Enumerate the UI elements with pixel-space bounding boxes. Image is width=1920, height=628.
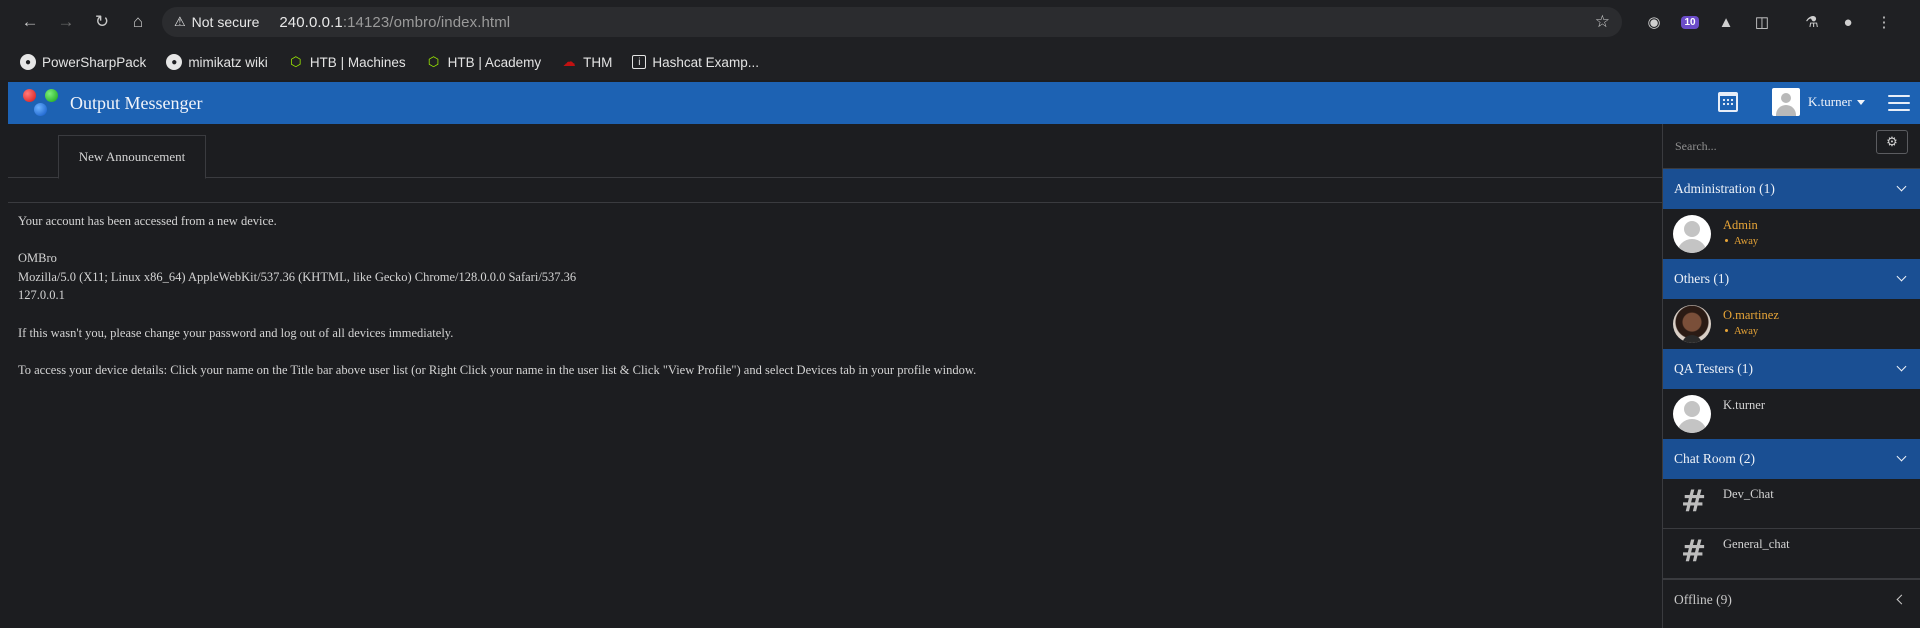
group-label: Chat Room (2)	[1674, 451, 1755, 466]
bookmark-label: THM	[583, 54, 613, 70]
room-name: Dev_Chat	[1723, 487, 1774, 501]
hamburger-menu-icon[interactable]	[1888, 95, 1910, 111]
group-label: Administration (1)	[1674, 181, 1775, 196]
message-line: If this wasn't you, please change your p…	[18, 325, 454, 340]
hashcat-icon: i	[632, 55, 647, 69]
group-header-offline[interactable]: Offline (9)	[1663, 579, 1920, 619]
bookmarks-bar: ● PowerSharpPack ● mimikatz wiki ⬡ HTB | Ma…	[0, 44, 1920, 80]
thm-cloud-icon: ☁	[562, 54, 576, 69]
security-label: Not secure	[191, 14, 260, 30]
back-arrow-icon[interactable]: ←	[16, 8, 44, 36]
bookmark-label: PowerSharpPack	[42, 54, 147, 70]
group-label: Others (1)	[1674, 271, 1730, 286]
app-title: Output Messenger	[70, 92, 203, 113]
puzzle-extensions-icon[interactable]: ◫	[1748, 8, 1776, 36]
avatar	[1673, 395, 1711, 433]
bookmark-powersharppack[interactable]: ● PowerSharpPack	[20, 54, 146, 70]
message-line: OMBro	[18, 251, 57, 266]
group-header-administration[interactable]: Administration (1)	[1663, 169, 1920, 209]
url-host: 240.0.0.1	[279, 13, 343, 31]
output-messenger-logo	[22, 86, 62, 120]
user-name: K.turner	[1808, 94, 1852, 109]
group-label: QA Testers (1)	[1674, 361, 1754, 376]
user-menu[interactable]: K.turner	[1772, 88, 1865, 116]
chevron-down-icon	[1896, 271, 1907, 282]
search-row: ⚙	[1663, 124, 1920, 169]
avatar	[1673, 215, 1711, 253]
url-path: :14123/ombro/index.html	[342, 13, 511, 31]
hash-icon: #	[1681, 534, 1707, 569]
address-bar[interactable]: ⚠ Not secure 240.0.0.1:14123/ombro/index…	[162, 7, 1622, 37]
caret-down-icon	[1856, 99, 1865, 105]
app-header: Output Messenger K.turner	[8, 82, 1920, 124]
user-list-sidebar: ⚙ Administration (1) Admin Away Others (…	[1662, 124, 1920, 628]
tab-bar: New Announcement	[8, 124, 1662, 179]
user-name: K.turner	[1723, 398, 1765, 412]
user-item-kturner[interactable]: K.turner	[1663, 389, 1920, 439]
calendar-icon[interactable]	[1718, 92, 1738, 112]
extension-badge-count: 10	[1681, 15, 1699, 29]
bookmark-htb-machines[interactable]: ⬡ HTB | Machines	[288, 54, 406, 70]
group-header-qa-testers[interactable]: QA Testers (1)	[1663, 349, 1920, 389]
tab-sub-bar	[8, 178, 1662, 203]
url-text[interactable]: 240.0.0.1:14123/ombro/index.html	[279, 14, 510, 31]
htb-cube-icon: ⬡	[290, 54, 302, 69]
user-item-omartinez[interactable]: O.martinez Away	[1663, 299, 1920, 349]
chevron-down-icon	[1896, 181, 1907, 192]
chevron-down-icon	[1896, 361, 1907, 372]
forward-arrow-icon[interactable]: →	[52, 8, 80, 36]
hash-icon: #	[1681, 484, 1707, 519]
room-item-general-chat[interactable]: # General_chat	[1663, 529, 1920, 579]
main-panel: New Announcement Your account has been a…	[8, 124, 1662, 628]
security-indicator[interactable]: ⚠ Not secure	[174, 14, 259, 30]
hat-extension-icon[interactable]: ▲	[1712, 8, 1740, 36]
announcement-message: Your account has been accessed from a ne…	[18, 212, 976, 379]
warning-triangle-icon: ⚠	[174, 14, 186, 29]
tab-new-announcement[interactable]: New Announcement	[58, 135, 206, 179]
profile-icon[interactable]: ●	[1834, 8, 1862, 36]
avatar	[1772, 88, 1800, 116]
reload-icon[interactable]: ↻	[88, 8, 116, 36]
bookmark-thm[interactable]: ☁ THM	[561, 54, 613, 70]
flask-labs-icon[interactable]: ⚗	[1798, 8, 1826, 36]
group-header-chat-room[interactable]: Chat Room (2)	[1663, 439, 1920, 479]
gear-icon[interactable]: ⚙	[1876, 130, 1908, 154]
bookmark-label: Hashcat Examp...	[652, 54, 759, 70]
bookmark-label: HTB | Academy	[447, 54, 542, 70]
bookmark-label: HTB | Machines	[309, 54, 406, 70]
bookmark-label: mimikatz wiki	[188, 54, 268, 70]
bookmark-star-icon[interactable]: ☆	[1595, 12, 1610, 32]
room-name: General_chat	[1723, 537, 1790, 551]
message-line: To access your device details: Click you…	[18, 362, 977, 377]
github-icon: ●	[166, 54, 183, 70]
search-input[interactable]	[1675, 134, 1875, 158]
bookmark-htb-academy[interactable]: ⬡ HTB | Academy	[426, 54, 542, 70]
message-line: Mozilla/5.0 (X11; Linux x86_64) AppleWeb…	[18, 269, 577, 284]
group-header-others[interactable]: Others (1)	[1663, 259, 1920, 299]
user-name: O.martinez	[1723, 308, 1779, 322]
chevron-left-icon	[1896, 594, 1907, 605]
home-icon[interactable]: ⌂	[124, 8, 152, 36]
github-icon: ●	[20, 54, 36, 70]
message-line: 127.0.0.1	[18, 288, 65, 303]
browser-toolbar: ← → ↻ ⌂ ⚠ Not secure 240.0.0.1:14123/omb…	[0, 0, 1920, 44]
htb-cube-icon: ⬡	[427, 54, 440, 69]
message-line: Your account has been accessed from a ne…	[18, 214, 277, 228]
kebab-menu-icon[interactable]: ⋮	[1870, 8, 1898, 36]
user-status: Away	[1723, 326, 1758, 337]
extensions-area: ◉ 10 ▲ ◫ ⚗ ● ⋮	[1640, 8, 1906, 36]
extension-badge-icon[interactable]: 10	[1676, 8, 1704, 36]
user-name: Admin	[1723, 218, 1758, 232]
group-label: Offline (9)	[1674, 591, 1732, 607]
avatar	[1673, 305, 1711, 343]
chevron-down-icon	[1896, 451, 1907, 462]
user-item-admin[interactable]: Admin Away	[1663, 209, 1920, 259]
bookmark-mimikatz[interactable]: ● mimikatz wiki	[166, 54, 268, 70]
cookie-extension-icon[interactable]: ◉	[1640, 8, 1668, 36]
bookmark-hashcat[interactable]: i Hashcat Examp...	[632, 55, 759, 70]
user-status: Away	[1723, 236, 1758, 247]
room-item-dev-chat[interactable]: # Dev_Chat	[1663, 479, 1920, 529]
